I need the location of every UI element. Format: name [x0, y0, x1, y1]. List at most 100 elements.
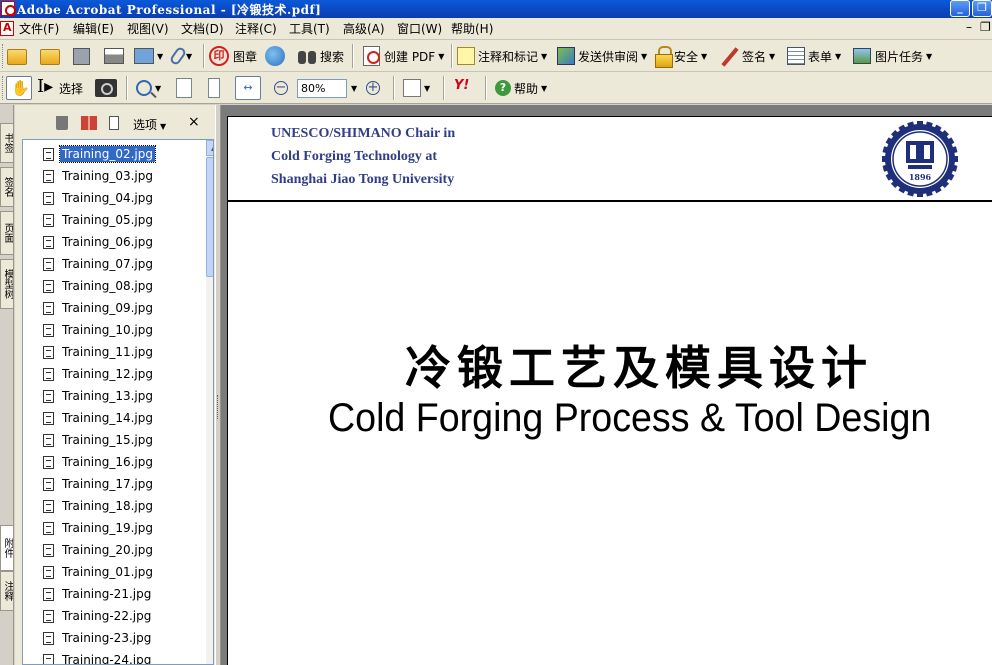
lock-icon [655, 46, 673, 68]
attachment-item[interactable]: Training_09.jpg [43, 298, 155, 318]
attachment-item[interactable]: Training_11.jpg [43, 342, 155, 362]
attachment-item[interactable]: Training_06.jpg [43, 232, 155, 252]
attachment-item[interactable]: Training_16.jpg [43, 452, 155, 472]
menu-help[interactable]: 帮助(H) [451, 21, 493, 38]
menu-window[interactable]: 窗口(W) [397, 21, 442, 38]
send-review-button[interactable]: 发送供审阅 ▼ [557, 43, 647, 69]
attachment-item[interactable]: Training_13.jpg [43, 386, 155, 406]
stamp-button[interactable]: 印图章 [209, 43, 257, 69]
attachment-item[interactable]: Training_04.jpg [43, 188, 155, 208]
zoom-level-combo[interactable]: ▼ [297, 75, 357, 101]
tab-bookmarks[interactable]: 书签 [0, 123, 14, 163]
select-tool-button[interactable]: I▸ 选择 [37, 75, 83, 101]
tab-comments[interactable]: 注释 [0, 571, 14, 611]
menu-comments[interactable]: 注释(C) [235, 21, 277, 38]
snapshot-button[interactable] [95, 75, 117, 101]
options-menu-button[interactable]: 选项 ▼ [133, 116, 166, 133]
hand-icon [6, 76, 32, 100]
acrobat-app-icon[interactable] [1, 1, 16, 16]
open-button[interactable] [7, 43, 27, 69]
menu-edit[interactable]: 编辑(E) [73, 21, 114, 38]
tab-signatures[interactable]: 签名 [0, 167, 14, 207]
file-icon [43, 323, 54, 337]
attachment-item[interactable]: Training-21.jpg [43, 584, 153, 604]
attachment-list[interactable]: Training_02.jpg Training_03.jpg Training_0… [22, 139, 214, 665]
save-button[interactable] [73, 43, 90, 69]
tab-attachments[interactable]: 附件 [0, 525, 14, 571]
attachment-item[interactable]: Training_07.jpg [43, 254, 155, 274]
title-bar: Adobe Acrobat Professional - [冷锻技术.pdf] … [0, 0, 992, 18]
doc-minimize-button[interactable]: – [966, 20, 972, 34]
attachment-item[interactable]: Training_15.jpg [43, 430, 155, 450]
save-disk-icon [73, 47, 90, 65]
hand-tool-button[interactable] [6, 75, 32, 101]
create-pdf-button[interactable]: 创建 PDF ▼ [363, 43, 444, 69]
menu-advanced[interactable]: 高级(A) [343, 21, 385, 38]
fit-page-button[interactable] [208, 75, 220, 101]
create-pdf-icon [363, 46, 380, 66]
document-menu-icon[interactable] [0, 21, 14, 36]
attachment-item[interactable]: Training-24.jpg [43, 650, 153, 664]
zoom-dropdown-arrow[interactable]: ▼ [351, 84, 357, 93]
file-icon [43, 389, 54, 403]
attachment-item[interactable]: Training-22.jpg [43, 606, 153, 626]
pdf-page: UNESCO/SHIMANO Chair in Cold Forging Tec… [227, 116, 992, 665]
picture-tasks-button[interactable]: 图片任务 ▼ [853, 43, 932, 69]
tab-pages[interactable]: 页面 [0, 211, 14, 255]
help-button[interactable]: ? 帮助 ▼ [495, 75, 547, 101]
attachment-filename: Training-23.jpg [62, 631, 152, 645]
add-attachment-icon[interactable] [109, 116, 119, 130]
menu-view[interactable]: 视图(V) [127, 21, 169, 38]
attachment-item[interactable]: Training_18.jpg [43, 496, 155, 516]
attachment-list-scrollbar[interactable]: ▲ [206, 140, 213, 664]
menu-file[interactable]: 文件(F) [19, 21, 59, 38]
fit-width-button[interactable]: ↔ [235, 75, 261, 101]
zoom-out-button[interactable]: − [274, 75, 288, 101]
forms-button[interactable]: 表单 ▼ [787, 43, 841, 69]
attachment-item[interactable]: Training-23.jpg [43, 628, 153, 648]
email-dropdown-button[interactable]: ▼ [134, 43, 163, 69]
print-button[interactable] [104, 43, 124, 69]
yahoo-toolbar-button[interactable]: Y! [454, 75, 476, 101]
doc-restore-button[interactable]: ❐ [980, 20, 991, 34]
attachment-filename: Training_14.jpg [62, 411, 154, 425]
scroll-up-button[interactable]: ▲ [206, 140, 213, 156]
attachment-item[interactable]: Training_01.jpg [43, 562, 155, 582]
menu-tools[interactable]: 工具(T) [289, 21, 330, 38]
attachment-item[interactable]: Training_14.jpg [43, 408, 155, 428]
camera-icon [95, 79, 117, 97]
restore-button[interactable]: ❐ [972, 0, 992, 17]
actual-size-button[interactable] [176, 75, 192, 101]
rotate-view-button[interactable]: ▼ [403, 75, 430, 101]
attach-dropdown-button[interactable]: ▼ [168, 43, 192, 69]
open-attachment-icon[interactable] [81, 116, 97, 130]
document-view[interactable]: UNESCO/SHIMANO Chair in Cold Forging Tec… [221, 105, 992, 665]
menu-document[interactable]: 文档(D) [181, 21, 224, 38]
attachment-item[interactable]: Training_02.jpg [43, 144, 157, 164]
web-button[interactable] [265, 43, 285, 69]
search-button[interactable]: 搜索 [297, 43, 344, 69]
file-icon [43, 279, 54, 293]
sign-button[interactable]: 签名 ▼ [720, 43, 775, 69]
delete-attachment-icon[interactable] [56, 116, 68, 130]
close-panel-button[interactable]: × [188, 114, 200, 130]
attachment-item[interactable]: Training_10.jpg [43, 320, 155, 340]
attachment-item[interactable]: Training_20.jpg [43, 540, 155, 560]
attachment-item[interactable]: Training_05.jpg [43, 210, 155, 230]
tab-model-tree[interactable]: 模型树 [0, 259, 14, 309]
file-icon [43, 521, 54, 535]
attachment-item[interactable]: Training_03.jpg [43, 166, 155, 186]
zoom-tool-button[interactable]: ▼ [136, 75, 161, 101]
security-button[interactable]: 安全 ▼ [655, 43, 707, 69]
attachment-filename: Training_19.jpg [62, 521, 154, 535]
comment-markup-button[interactable]: 注释和标记 ▼ [457, 43, 547, 69]
attachment-item[interactable]: Training_12.jpg [43, 364, 155, 384]
organizer-button[interactable] [40, 43, 60, 69]
scroll-thumb[interactable] [206, 157, 213, 277]
attachment-item[interactable]: Training_19.jpg [43, 518, 155, 538]
zoom-level-input[interactable] [297, 78, 347, 98]
zoom-in-button[interactable]: + [366, 75, 380, 101]
attachment-item[interactable]: Training_17.jpg [43, 474, 155, 494]
attachment-item[interactable]: Training_08.jpg [43, 276, 155, 296]
minimize-button[interactable]: _ [950, 0, 970, 17]
